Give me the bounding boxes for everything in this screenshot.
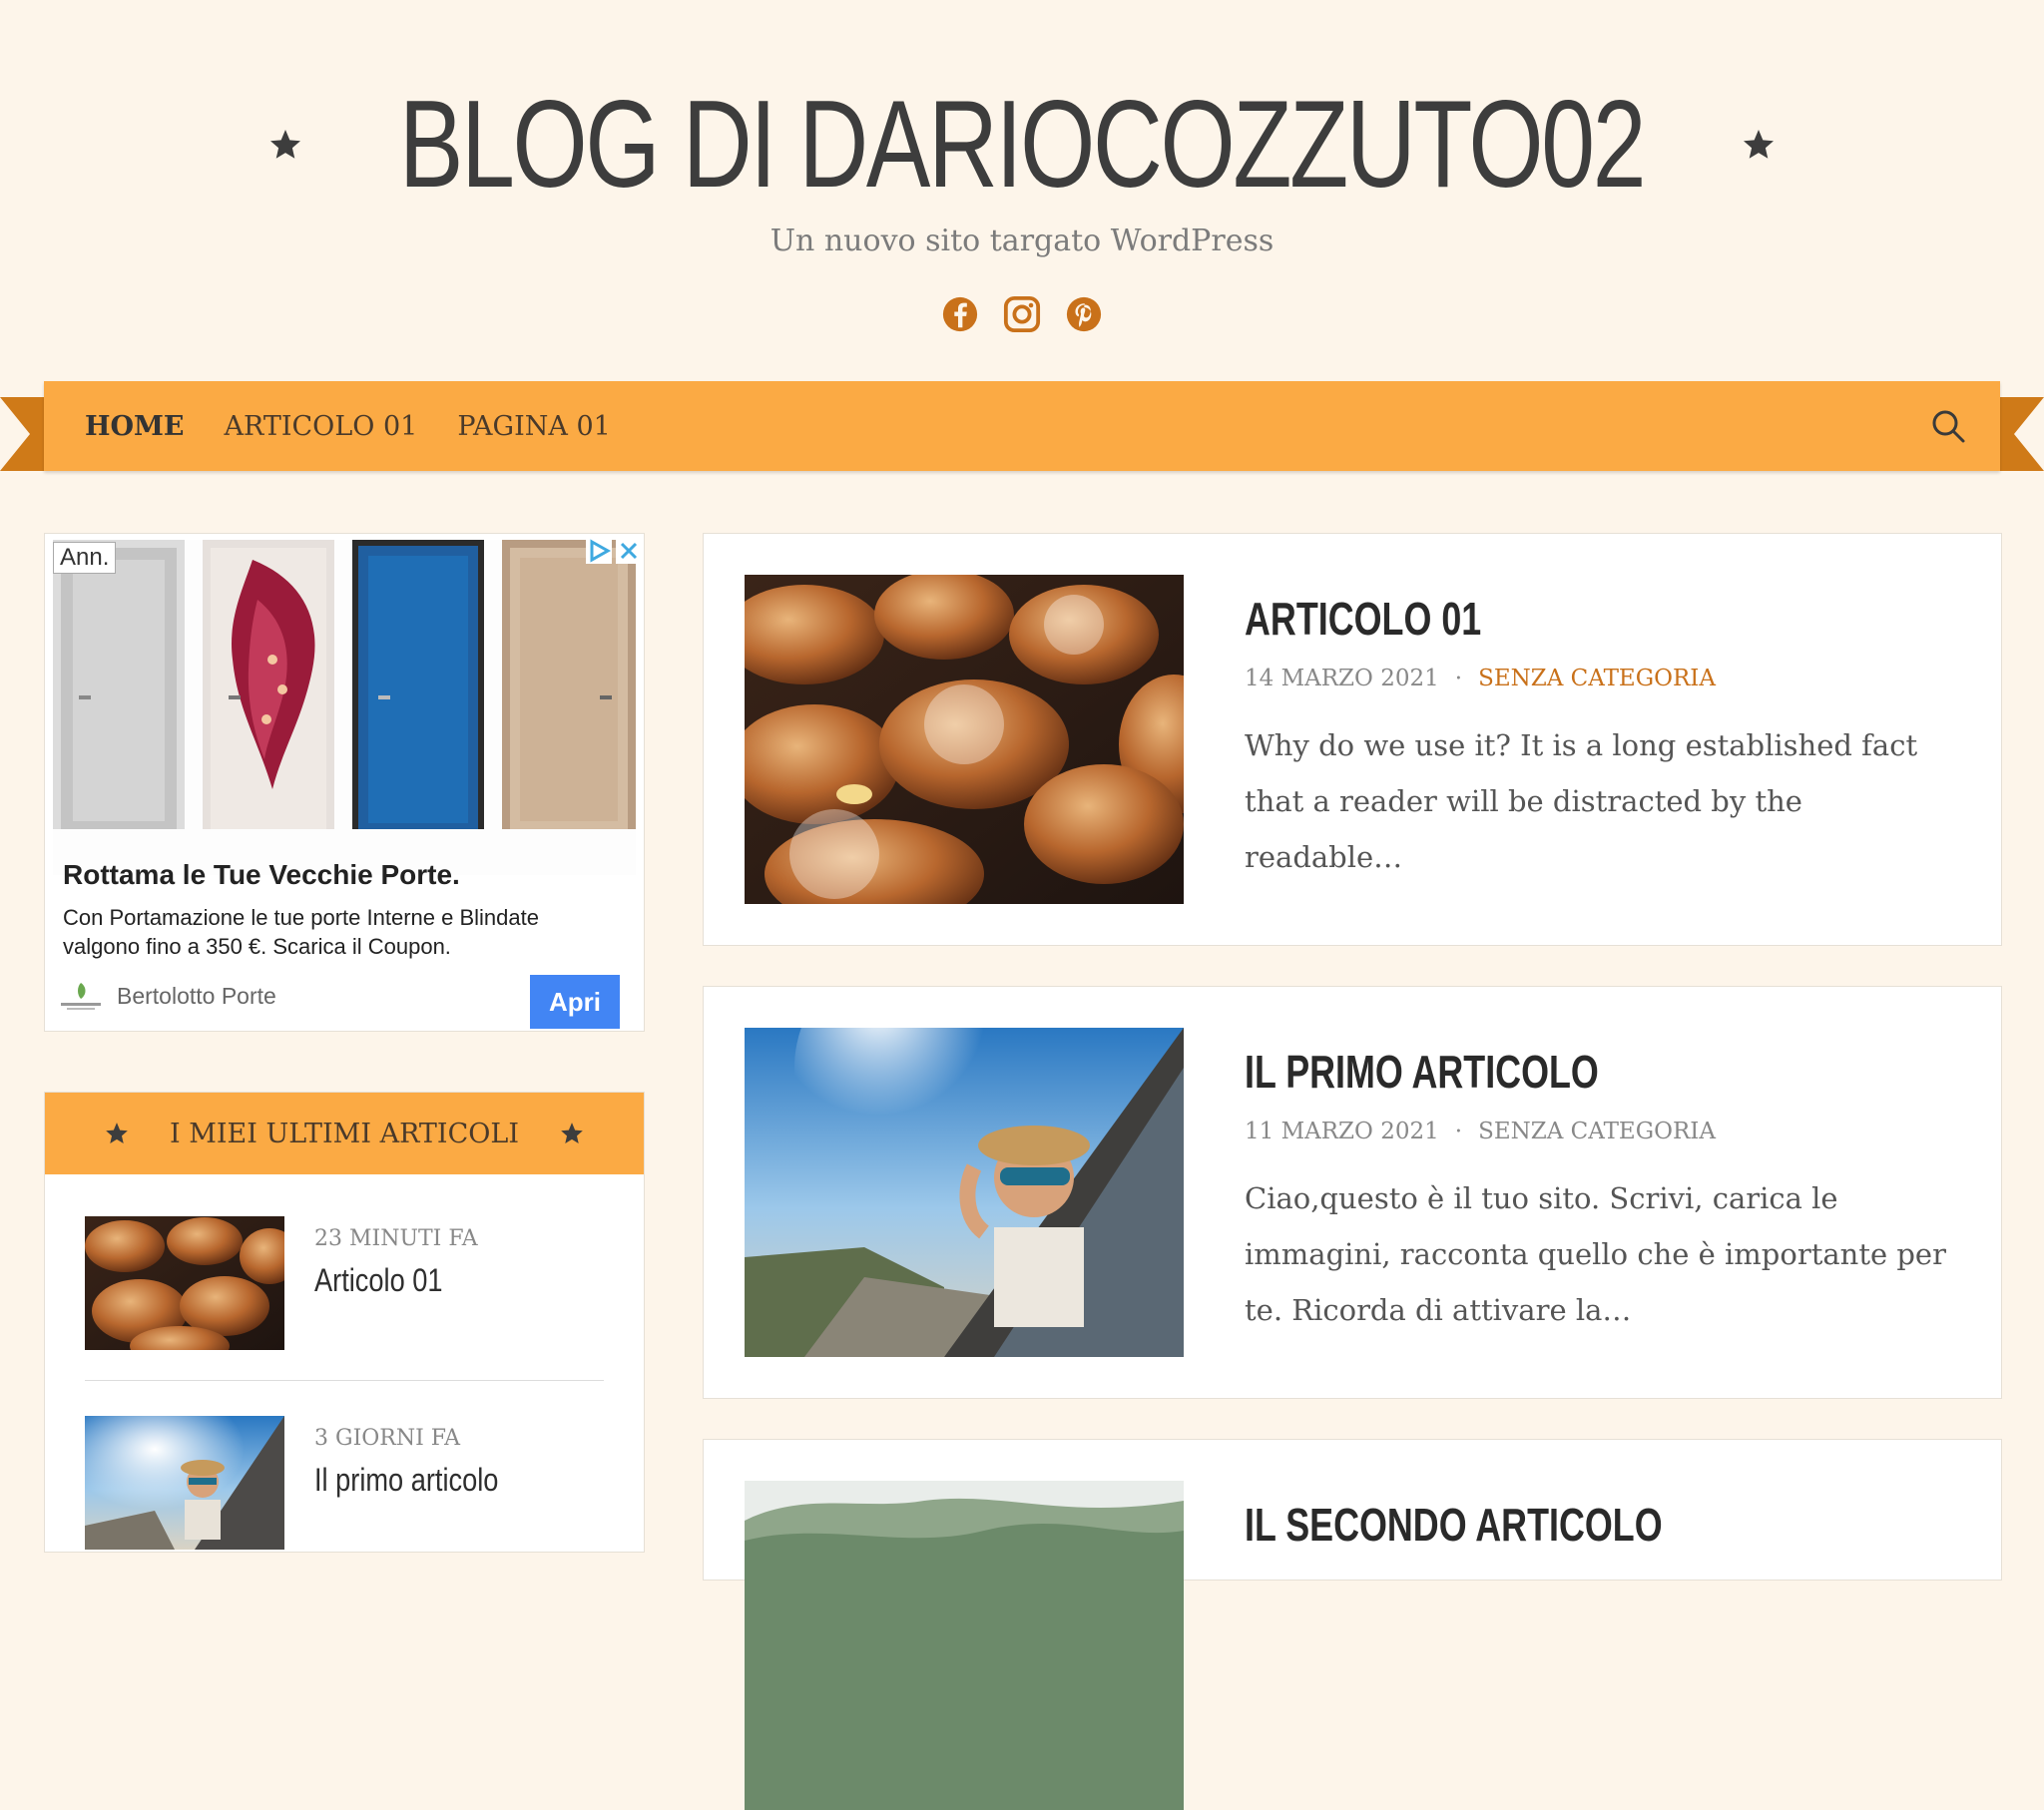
divider: [85, 1380, 604, 1381]
advertiser-logo: [61, 983, 101, 1010]
post-excerpt: Ciao,questo è il tuo sito. Scrivi, caric…: [1245, 1181, 1946, 1327]
recent-posts-widget: I MIEI ULTIMI ARTICOLI 23 MINUTI FA Arti…: [44, 1092, 645, 1553]
social-links: [0, 295, 2044, 335]
meta-separator: ·: [1454, 666, 1463, 691]
main-menu: HOME ARTICOLO 01 PAGINA 01: [44, 381, 2000, 471]
post-meta: 14 MARZO 2021 · SENZA CATEGORIA: [1245, 666, 1716, 691]
recent-post-item[interactable]: 23 MINUTI FA Articolo 01: [85, 1216, 604, 1350]
adchoices-icon[interactable]: [586, 538, 612, 564]
ad-badge: Ann.: [53, 542, 117, 574]
ad-choices[interactable]: [586, 538, 642, 564]
site-tagline: Un nuovo sito targato WordPress: [769, 224, 1275, 258]
ad-headline[interactable]: Rottama le Tue Vecchie Porte.: [63, 859, 460, 891]
post-card: IL SECONDO ARTICOLO: [703, 1439, 2002, 1810]
post-thumbnail[interactable]: [745, 575, 1184, 904]
post-card: IL PRIMO ARTICOLO 11 MARZO 2021 · SENZA …: [703, 986, 2002, 1399]
widget-title: I MIEI ULTIMI ARTICOLI: [170, 1118, 519, 1149]
ad-footer: Bertolotto Porte Apri: [61, 969, 630, 1029]
post-title[interactable]: ARTICOLO 01: [1245, 592, 1481, 646]
post-card: ARTICOLO 01 14 MARZO 2021 · SENZA CATEGO…: [703, 533, 2002, 946]
post-thumbnail[interactable]: [745, 1028, 1184, 1357]
recent-post-title[interactable]: Articolo 01: [314, 1262, 443, 1299]
navigation-bar: HOME ARTICOLO 01 PAGINA 01: [0, 379, 2044, 491]
instagram-icon[interactable]: [1003, 295, 1041, 333]
ad-advertiser: Bertolotto Porte: [117, 983, 276, 1009]
search-icon[interactable]: [1930, 408, 1966, 444]
site-title-row: BLOG DI DARIOCOZZUTO02: [0, 70, 2044, 220]
post-category[interactable]: SENZA CATEGORIA: [1478, 666, 1716, 691]
post-date[interactable]: 14 MARZO 2021: [1245, 666, 1439, 691]
post-date[interactable]: 11 MARZO 2021: [1245, 1119, 1439, 1144]
star-icon: [106, 1123, 128, 1143]
meta-separator: ·: [1454, 1119, 1463, 1144]
post-excerpt: Why do we use it? It is a long establish…: [1245, 728, 1918, 874]
nav-list: HOME ARTICOLO 01 PAGINA 01: [85, 411, 631, 442]
post-thumbnail[interactable]: [745, 1481, 1184, 1810]
post-category[interactable]: SENZA CATEGORIA: [1478, 1119, 1716, 1144]
facebook-icon[interactable]: [941, 295, 979, 333]
post-meta: 11 MARZO 2021 · SENZA CATEGORIA: [1245, 1119, 1716, 1144]
ad-open-button[interactable]: Apri: [530, 975, 620, 1029]
recent-post-title[interactable]: Il primo articolo: [314, 1462, 498, 1499]
nav-item-articolo-01[interactable]: ARTICOLO 01: [205, 411, 438, 442]
recent-post-time: 23 MINUTI FA: [314, 1226, 478, 1251]
ad-image[interactable]: [53, 540, 636, 875]
site-title[interactable]: BLOG DI DARIOCOZZUTO02: [399, 70, 1647, 220]
star-icon: [1743, 130, 1774, 159]
star-icon: [270, 130, 301, 159]
nav-item-pagina-01[interactable]: PAGINA 01: [437, 411, 630, 442]
advertisement[interactable]: Ann. Rottama le Tue Vecchie Porte. Con P…: [44, 533, 645, 1032]
ad-body: Con Portamazione le tue porte Interne e …: [63, 905, 539, 959]
star-icon: [561, 1123, 583, 1143]
recent-post-thumbnail[interactable]: [85, 1216, 284, 1350]
recent-post-thumbnail[interactable]: [85, 1416, 284, 1550]
recent-post-time: 3 GIORNI FA: [314, 1426, 461, 1451]
post-title[interactable]: IL PRIMO ARTICOLO: [1245, 1045, 1599, 1099]
widget-header: I MIEI ULTIMI ARTICOLI: [45, 1093, 644, 1174]
post-title[interactable]: IL SECONDO ARTICOLO: [1245, 1498, 1663, 1552]
close-icon[interactable]: [616, 538, 642, 564]
site-header: BLOG DI DARIOCOZZUTO02 Un nuovo sito tar…: [0, 0, 2044, 379]
recent-post-item[interactable]: 3 GIORNI FA Il primo articolo: [85, 1416, 604, 1550]
nav-item-home[interactable]: HOME: [85, 411, 205, 442]
pinterest-icon[interactable]: [1065, 295, 1103, 333]
